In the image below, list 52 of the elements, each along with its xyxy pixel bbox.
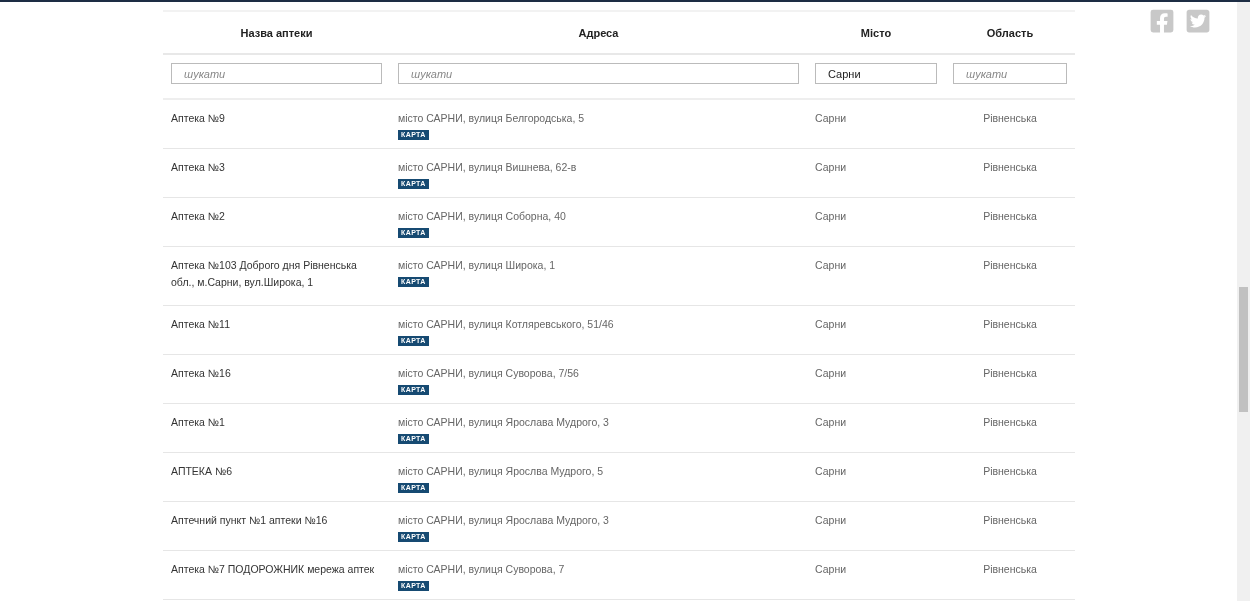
search-field[interactable]: шукати bbox=[398, 63, 799, 84]
column-header: Місто bbox=[807, 12, 945, 55]
region-text: Рівненська bbox=[983, 366, 1037, 381]
search-field[interactable]: шукати bbox=[171, 63, 382, 84]
region-text: Рівненська bbox=[983, 513, 1037, 528]
pharmacy-name: Аптечний пункт №1 аптеки №16 bbox=[171, 513, 328, 528]
scrollbar-thumb[interactable] bbox=[1239, 287, 1248, 412]
address-text: місто САРНИ, вулиця Соборна, 40 bbox=[398, 209, 566, 224]
city-text: Сарни bbox=[815, 209, 847, 224]
address-text: місто САРНИ, вулиця Вишнева, 62-в bbox=[398, 160, 577, 175]
pharmacy-name: Аптека №2 bbox=[171, 209, 225, 224]
region-text: Рівненська bbox=[983, 464, 1037, 479]
city-text: Сарни bbox=[815, 415, 847, 430]
column-header: Область bbox=[945, 12, 1075, 55]
pharmacy-name: Аптека №11 bbox=[171, 317, 230, 332]
twitter-icon[interactable] bbox=[1185, 8, 1211, 34]
city-text: Сарни bbox=[815, 160, 847, 175]
search-field[interactable]: Сарни bbox=[815, 63, 937, 84]
city-text: Сарни bbox=[815, 366, 847, 381]
address-text: місто САРНИ, вулиця Суворова, 7/56 bbox=[398, 366, 579, 381]
address-text: місто САРНИ, вулиця Ярослава Мудрого, 3 bbox=[398, 415, 609, 430]
pharmacy-name: Аптека №1 bbox=[171, 415, 225, 430]
facebook-icon[interactable] bbox=[1149, 8, 1175, 34]
address-text: місто САРНИ, вулиця Суворова, 7 bbox=[398, 562, 565, 577]
address-text: місто САРНИ, вулиця Ярослва Мудрого, 5 bbox=[398, 464, 604, 479]
city-text: Сарни bbox=[815, 317, 847, 332]
city-text: Сарни bbox=[815, 513, 847, 528]
region-text: Рівненська bbox=[983, 415, 1037, 430]
region-text: Рівненська bbox=[983, 258, 1037, 273]
region-text: Рівненська bbox=[983, 111, 1037, 126]
search-field[interactable]: шукати bbox=[953, 63, 1067, 84]
pharmacy-name: Аптека №3 bbox=[171, 160, 225, 175]
address-text: місто САРНИ, вулиця Белгородська, 5 bbox=[398, 111, 585, 126]
column-header: Адреса bbox=[390, 12, 807, 55]
region-text: Рівненська bbox=[983, 562, 1037, 577]
city-text: Сарни bbox=[815, 258, 847, 273]
region-text: Рівненська bbox=[983, 209, 1037, 224]
address-text: місто САРНИ, вулиця Котляревського, 51/46 bbox=[398, 317, 614, 332]
pharmacy-name: Аптека №103 Доброго дня Рівненська обл., м.Сарни, вул.Широка, 1 bbox=[171, 258, 358, 290]
city-text: Сарни bbox=[815, 562, 847, 577]
address-text: місто САРНИ, вулиця Широка, 1 bbox=[398, 258, 556, 273]
region-text: Рівненська bbox=[983, 317, 1037, 332]
address-text: місто САРНИ, вулиця Ярослава Мудрого, 3 bbox=[398, 513, 609, 528]
pharmacy-name: АПТЕКА №6 bbox=[171, 464, 232, 479]
pharmacy-name: Аптека №7 ПОДОРОЖНИК мережа аптек bbox=[171, 562, 375, 577]
city-text: Сарни bbox=[815, 464, 847, 479]
pharmacy-name: Аптека №16 bbox=[171, 366, 231, 381]
column-header: Назва аптеки bbox=[163, 12, 390, 55]
scrollbar[interactable] bbox=[1237, 2, 1250, 601]
region-text: Рівненська bbox=[983, 160, 1037, 175]
city-text: Сарни bbox=[815, 111, 847, 126]
pharmacy-name: Аптека №9 bbox=[171, 111, 225, 126]
